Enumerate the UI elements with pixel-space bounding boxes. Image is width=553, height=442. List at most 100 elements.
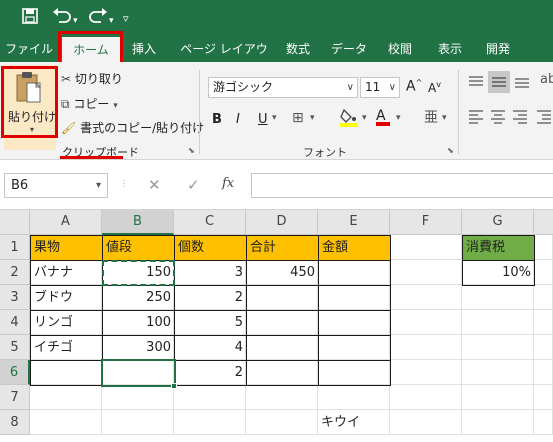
align-middle-icon[interactable] <box>488 71 510 93</box>
cell-b6[interactable] <box>102 360 175 386</box>
column-header-g[interactable]: G <box>462 210 534 235</box>
tab-data[interactable]: データ <box>328 36 370 62</box>
shrink-font-button[interactable]: Av <box>428 80 441 95</box>
grid-cell[interactable] <box>390 235 462 260</box>
grid-cell[interactable] <box>462 310 534 335</box>
grid-cell[interactable] <box>246 385 318 410</box>
font-color-button[interactable]: A <box>376 108 390 126</box>
align-center-icon[interactable] <box>490 108 506 127</box>
column-header-c[interactable]: C <box>174 210 246 235</box>
column-header-h[interactable] <box>534 210 553 235</box>
tab-developer[interactable]: 開発 <box>480 36 516 62</box>
font-color-dropdown-icon[interactable]: ▾ <box>396 113 401 123</box>
borders-icon[interactable]: ⊞ <box>292 110 304 126</box>
grow-font-button[interactable]: A^ <box>406 78 422 95</box>
align-right-icon[interactable] <box>512 108 528 127</box>
grid-cell[interactable] <box>390 260 462 285</box>
phonetic-icon[interactable]: 亜 <box>424 107 438 127</box>
splitter-dots-icon[interactable]: ⋮ <box>120 179 128 188</box>
cell-e8[interactable]: キウイ <box>318 410 390 435</box>
cell-c4[interactable]: 5 <box>174 310 247 336</box>
grid-cell[interactable] <box>318 385 390 410</box>
grid-cell[interactable] <box>534 310 553 335</box>
row-header-4[interactable]: 4 <box>0 310 30 335</box>
cell-a4[interactable]: リンゴ <box>30 310 103 336</box>
grid-cell[interactable] <box>102 410 174 435</box>
row-header-1[interactable]: 1 <box>0 235 30 260</box>
cell-b4[interactable]: 100 <box>102 310 175 336</box>
grid-cell[interactable] <box>390 335 462 360</box>
bold-button[interactable]: B <box>212 112 222 127</box>
redo-icon[interactable] <box>88 8 108 28</box>
cell-d1[interactable]: 合計 <box>246 235 319 261</box>
column-header-b[interactable]: B <box>102 210 174 235</box>
cell-g1[interactable]: 消費税 <box>462 235 535 261</box>
save-icon[interactable] <box>22 8 38 28</box>
grid-cell[interactable] <box>462 360 534 385</box>
undo-dropdown-icon[interactable]: ▾ <box>73 12 78 30</box>
fill-handle[interactable] <box>171 383 177 389</box>
grid-cell[interactable] <box>174 410 246 435</box>
cell-g2[interactable]: 10% <box>462 260 535 286</box>
cell-d3[interactable] <box>246 285 319 311</box>
cell-a6[interactable] <box>30 360 103 386</box>
cut-button[interactable]: ✂ 切り取り <box>61 70 123 87</box>
cell-e3[interactable] <box>318 285 391 311</box>
chevron-down-icon[interactable]: ▾ <box>96 174 101 197</box>
grid-cell[interactable] <box>534 385 553 410</box>
name-box[interactable]: B6 ▾ <box>4 173 108 198</box>
cell-a1[interactable]: 果物 <box>30 235 103 261</box>
row-header-7[interactable]: 7 <box>0 385 30 410</box>
grid-cell[interactable] <box>534 235 553 260</box>
underline-button[interactable]: U <box>258 112 268 127</box>
row-header-5[interactable]: 5 <box>0 335 30 360</box>
cell-e6[interactable] <box>318 360 391 386</box>
indent-icon[interactable] <box>536 108 552 127</box>
cell-d4[interactable] <box>246 310 319 336</box>
grid-cell[interactable] <box>246 410 318 435</box>
grid-cell[interactable] <box>462 385 534 410</box>
grid-cell[interactable] <box>390 410 462 435</box>
clipboard-launcher-icon[interactable]: ⬊ <box>188 146 195 155</box>
undo-icon[interactable] <box>52 8 72 28</box>
grid-cell[interactable] <box>534 360 553 385</box>
grid-cell[interactable] <box>534 410 553 435</box>
grid-cell[interactable] <box>534 260 553 285</box>
grid-cell[interactable] <box>30 410 102 435</box>
grid-cell[interactable] <box>534 335 553 360</box>
fill-color-dropdown-icon[interactable]: ▾ <box>362 113 367 123</box>
cancel-icon[interactable]: ✕ <box>148 176 161 194</box>
cell-c5[interactable]: 4 <box>174 335 247 361</box>
tab-formulas[interactable]: 数式 <box>280 36 316 62</box>
grid-cell[interactable] <box>390 385 462 410</box>
row-header-6[interactable]: 6 <box>0 360 30 385</box>
row-header-3[interactable]: 3 <box>0 285 30 310</box>
row-header-8[interactable]: 8 <box>0 410 30 435</box>
borders-dropdown-icon[interactable]: ▾ <box>310 113 315 123</box>
phonetic-dropdown-icon[interactable]: ▾ <box>442 113 447 123</box>
cell-b3[interactable]: 250 <box>102 285 175 311</box>
enter-icon[interactable]: ✓ <box>187 176 200 194</box>
cell-e2[interactable] <box>318 260 391 286</box>
cell-e4[interactable] <box>318 310 391 336</box>
cell-a3[interactable]: ブドウ <box>30 285 103 311</box>
row-header-2[interactable]: 2 <box>0 260 30 285</box>
grid-cell[interactable] <box>390 285 462 310</box>
tab-view[interactable]: 表示 <box>432 36 468 62</box>
cell-c2[interactable]: 3 <box>174 260 247 286</box>
cell-b1[interactable]: 値段 <box>102 235 175 261</box>
tab-page-layout[interactable]: ページ レイアウト <box>176 36 272 82</box>
cell-b2[interactable]: 150 <box>102 260 175 286</box>
cell-d6[interactable] <box>246 360 319 386</box>
cell-c3[interactable]: 2 <box>174 285 247 311</box>
grid-cell[interactable] <box>390 310 462 335</box>
underline-dropdown-icon[interactable]: ▾ <box>272 113 277 123</box>
align-left-icon[interactable] <box>468 108 484 127</box>
cell-c1[interactable]: 個数 <box>174 235 247 261</box>
cell-b5[interactable]: 300 <box>102 335 175 361</box>
cell-c6[interactable]: 2 <box>174 360 247 386</box>
grid-cell[interactable] <box>390 360 462 385</box>
chevron-down-icon[interactable]: ∨ <box>347 78 354 97</box>
cell-e1[interactable]: 金額 <box>318 235 391 261</box>
orientation-icon[interactable]: ab <box>540 72 553 87</box>
